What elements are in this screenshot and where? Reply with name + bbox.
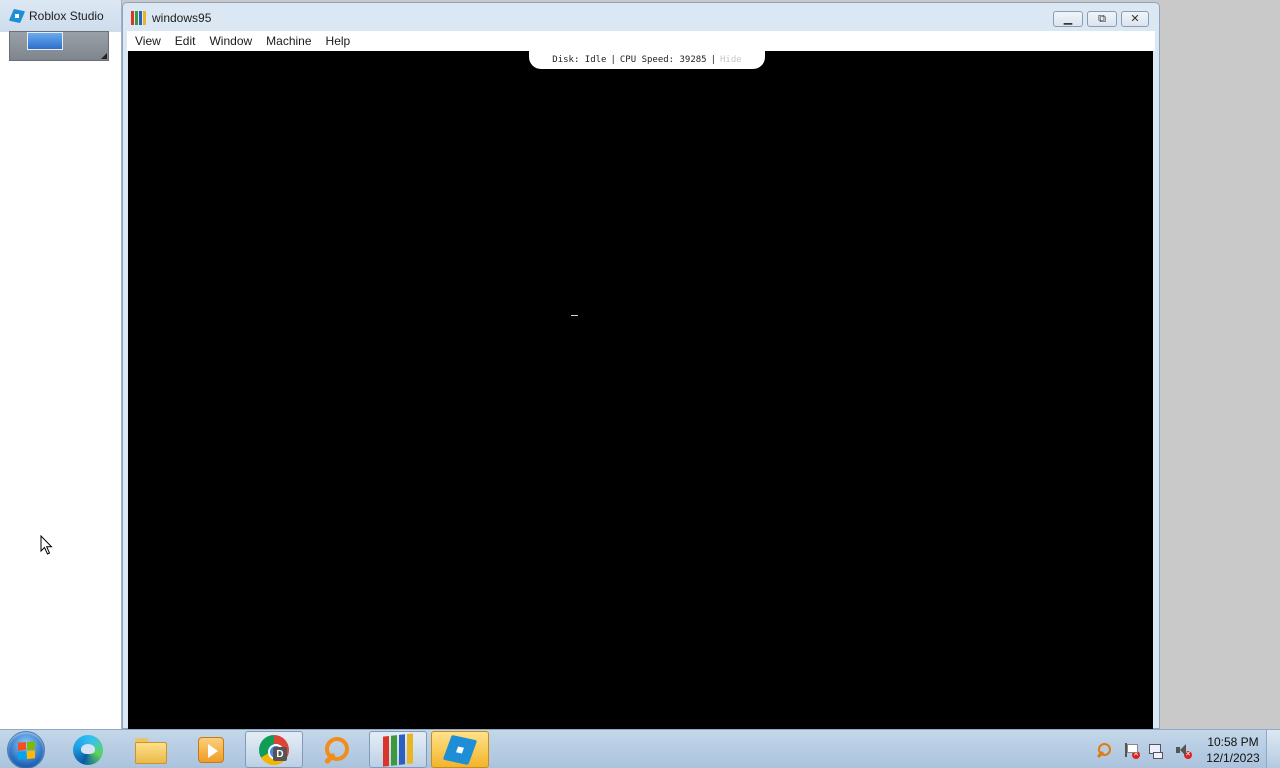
taskbar-edge[interactable] (59, 731, 117, 768)
window-controls: ▁ ⧉ ✕ (1053, 11, 1149, 27)
corner-indicator-icon (101, 53, 107, 59)
text-cursor (571, 315, 578, 316)
restore-icon: ⧉ (1098, 12, 1106, 25)
hide-status-button[interactable]: Hide (720, 55, 742, 65)
clock-date: 12/1/2023 (1206, 750, 1260, 765)
taskbar-roblox-studio[interactable] (431, 731, 489, 768)
taskbar-chrome[interactable]: D (245, 731, 303, 768)
emulator-status-bar: Disk: Idle | CPU Speed: 39285 | Hide (529, 51, 765, 69)
clock[interactable]: 10:58 PM 12/1/2023 (1200, 734, 1266, 766)
windows95-titlebar[interactable]: windows95 ▁ ⧉ ✕ (123, 3, 1159, 33)
close-button[interactable]: ✕ (1121, 11, 1149, 27)
system-tray: ✕ ✕ 10:58 PM 12/1/2023 (1096, 730, 1266, 768)
taskbar-file-explorer[interactable] (121, 731, 179, 768)
media-player-icon (198, 736, 224, 763)
roblox-studio-icon (442, 734, 478, 765)
taskbar: D ✕ ✕ 10:58 PM 12/1/2023 (0, 729, 1280, 768)
cpu-speed: CPU Speed: 39285 (619, 55, 707, 65)
roblox-studio-icon (10, 9, 24, 23)
show-desktop-button[interactable] (1266, 730, 1280, 768)
desktop-background (1160, 0, 1280, 729)
roblox-studio-title: Roblox Studio (29, 9, 104, 23)
menu-window[interactable]: Window (202, 31, 259, 51)
menu-bar: View Edit Window Machine Help (127, 31, 1155, 51)
search-tray-icon[interactable] (1096, 742, 1112, 758)
roblox-studio-window[interactable]: Roblox Studio (0, 0, 122, 729)
menu-machine[interactable]: Machine (259, 31, 318, 51)
window-title: windows95 (152, 11, 212, 25)
action-center-flag-icon[interactable]: ✕ (1122, 742, 1140, 759)
computer-icon (27, 32, 63, 50)
menu-help[interactable]: Help (319, 31, 358, 51)
emulator-screen[interactable]: Disk: Idle | CPU Speed: 39285 | Hide (128, 51, 1153, 730)
close-icon: ✕ (1130, 12, 1140, 25)
minimize-button[interactable]: ▁ (1053, 11, 1083, 27)
search-icon (321, 735, 351, 765)
windows95-icon (131, 11, 146, 25)
taskbar-media-player[interactable] (182, 731, 240, 768)
status-separator: | (610, 55, 616, 65)
mouse-pointer-icon (40, 535, 53, 555)
edge-icon (73, 734, 103, 765)
menu-view[interactable]: View (127, 31, 168, 51)
taskbar-windows95[interactable] (369, 731, 427, 768)
roblox-studio-titlebar[interactable]: Roblox Studio (0, 0, 121, 32)
roblox-studio-thumbnail[interactable] (9, 31, 109, 61)
menu-edit[interactable]: Edit (168, 31, 203, 51)
clock-time: 10:58 PM (1207, 734, 1259, 749)
disk-status: Disk: Idle (552, 55, 607, 65)
minimize-icon: ▁ (1063, 12, 1073, 25)
windows95-app-window[interactable]: windows95 ▁ ⧉ ✕ View Edit Window Machine… (122, 2, 1160, 730)
restore-button[interactable]: ⧉ (1087, 11, 1117, 27)
status-separator: | (710, 55, 717, 65)
chrome-profile-badge: D (273, 747, 287, 761)
taskbar-search-app[interactable] (307, 731, 365, 768)
folder-icon (135, 737, 167, 764)
speaker-muted-icon[interactable]: ✕ (1174, 742, 1192, 759)
windows-start-orb-icon (18, 741, 35, 760)
windows95-icon (383, 732, 413, 767)
start-button[interactable] (7, 731, 45, 768)
network-icon[interactable] (1148, 742, 1164, 759)
